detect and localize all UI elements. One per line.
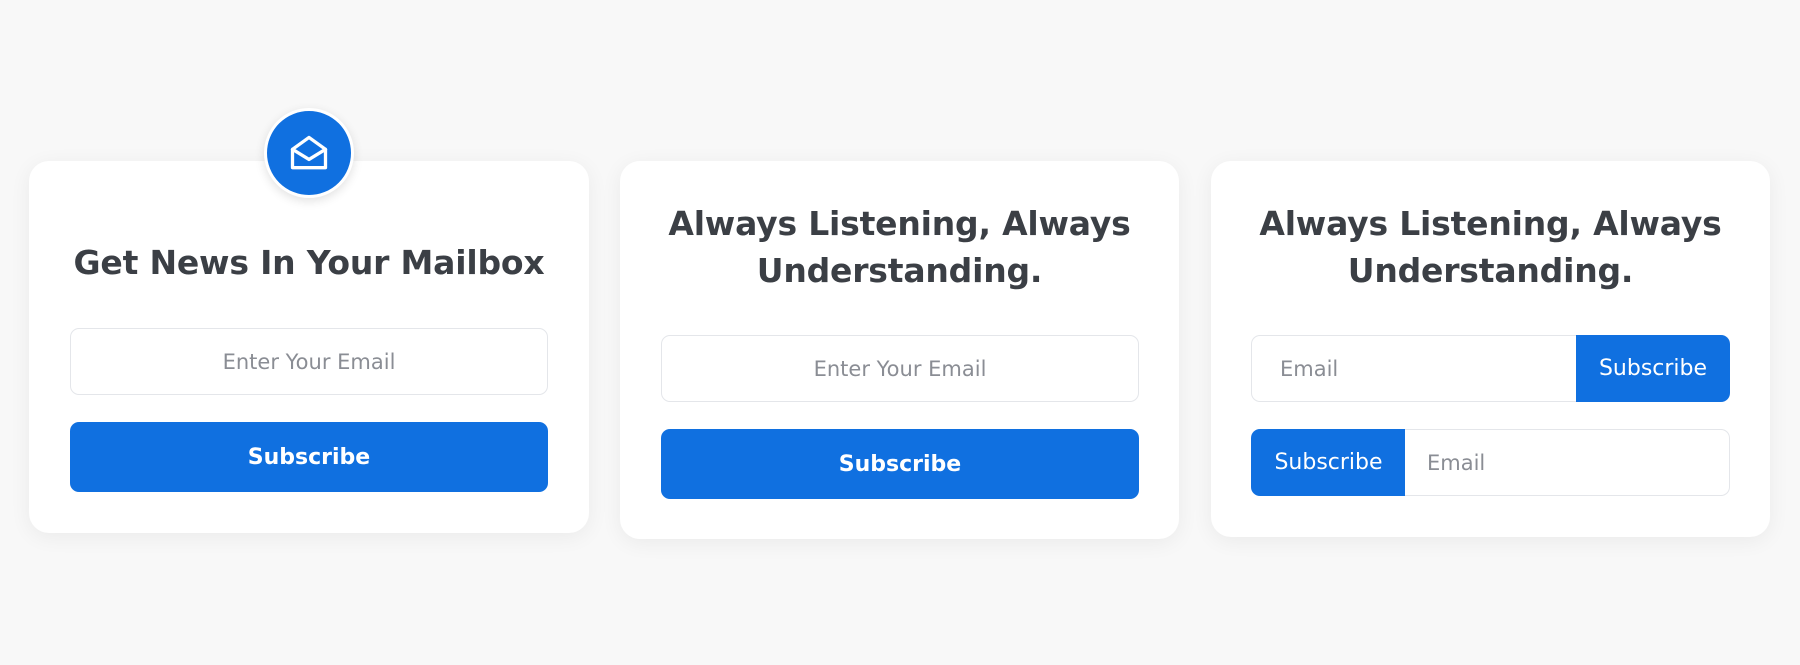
mail-open-icon bbox=[290, 135, 328, 170]
subscribe-button[interactable]: Subscribe bbox=[1251, 429, 1406, 496]
inline-subscribe-group-button-right: Email Subscribe bbox=[1251, 335, 1730, 402]
email-input[interactable]: Email bbox=[1251, 335, 1577, 402]
newsletter-section: Get News In Your Mailbox Enter Your Emai… bbox=[0, 0, 1800, 665]
card-title: Always Listening, Always Understanding. bbox=[1259, 204, 1722, 290]
card-title: Get News In Your Mailbox bbox=[73, 243, 545, 282]
subscribe-button[interactable]: Subscribe bbox=[661, 429, 1139, 499]
email-placeholder: Enter Your Email bbox=[222, 349, 396, 374]
card-title: Always Listening, Always Understanding. bbox=[668, 204, 1131, 290]
subscribe-button[interactable]: Subscribe bbox=[1576, 335, 1730, 402]
mail-badge bbox=[264, 108, 354, 198]
newsletter-card-listening: Always Listening, Always Understanding. … bbox=[620, 161, 1179, 539]
email-placeholder: Enter Your Email bbox=[813, 356, 987, 381]
subscribe-button[interactable]: Subscribe bbox=[70, 422, 548, 492]
email-placeholder: Email bbox=[1427, 450, 1486, 475]
inline-subscribe-group-button-left: Subscribe Email bbox=[1251, 429, 1730, 496]
newsletter-card-inline: Always Listening, Always Understanding. … bbox=[1211, 161, 1770, 537]
email-input[interactable]: Enter Your Email bbox=[661, 335, 1139, 402]
email-input[interactable]: Enter Your Email bbox=[70, 328, 548, 395]
newsletter-card-mailbox: Get News In Your Mailbox Enter Your Emai… bbox=[29, 161, 589, 533]
email-placeholder: Email bbox=[1280, 356, 1339, 381]
email-input[interactable]: Email bbox=[1405, 429, 1730, 496]
